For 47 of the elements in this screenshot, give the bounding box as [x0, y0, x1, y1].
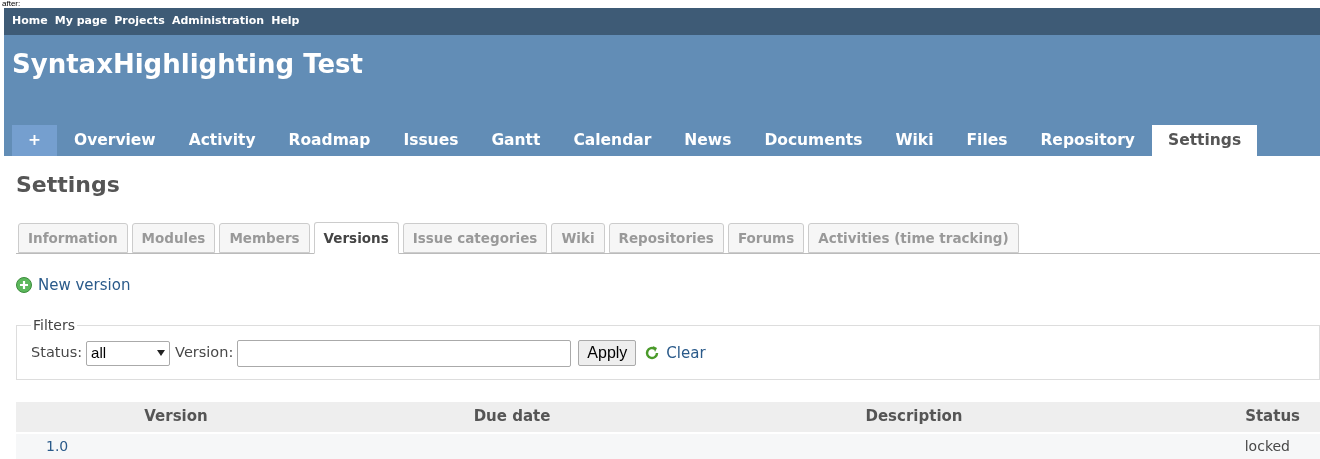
- filters-legend: Filters: [31, 314, 77, 336]
- column-header: Status: [1244, 406, 1301, 428]
- section-subtab[interactable]: Versions: [313, 222, 399, 254]
- main-menu-tab[interactable]: Wiki: [879, 125, 950, 156]
- section-subtab[interactable]: Forums: [727, 223, 805, 253]
- main-menu-tab[interactable]: Gantt: [475, 125, 557, 156]
- column-header: Due date: [472, 406, 552, 428]
- main-menu-tab[interactable]: Settings: [1152, 125, 1258, 156]
- main-menu-tab[interactable]: Documents: [748, 125, 879, 156]
- section-subtab[interactable]: Wiki: [551, 223, 605, 253]
- add-icon: [16, 277, 32, 294]
- top-menu-link[interactable]: Home: [12, 13, 48, 30]
- section-subtab[interactable]: Issue categories: [402, 223, 548, 253]
- new-version-link[interactable]: New version: [38, 274, 131, 297]
- clear-link[interactable]: Clear: [666, 341, 706, 365]
- section-subtab[interactable]: Modules: [131, 223, 216, 253]
- status-cell: locked: [1244, 438, 1290, 454]
- top-menu-link[interactable]: Administration: [171, 13, 265, 30]
- section-subtab[interactable]: Members: [219, 223, 310, 253]
- version-field[interactable]: [237, 339, 572, 367]
- dropdown-caret-icon: [157, 350, 166, 356]
- column-header: Description: [864, 406, 964, 428]
- apply-button[interactable]: Apply: [578, 340, 637, 366]
- main-menu-tab[interactable]: News: [668, 125, 748, 156]
- refresh-icon: [644, 345, 661, 361]
- main-menu-tab[interactable]: Repository: [1024, 125, 1151, 156]
- top-menu-link[interactable]: Projects: [114, 13, 165, 30]
- main-menu-tab[interactable]: Overview: [58, 125, 172, 156]
- status-label: Status:: [31, 343, 83, 363]
- main-menu-tab[interactable]: Activity: [172, 125, 272, 156]
- top-menu-link[interactable]: Help: [271, 13, 300, 30]
- top-menu-link[interactable]: My page: [54, 13, 108, 30]
- version-link[interactable]: 1.0: [16, 436, 336, 457]
- main-menu-tab[interactable]: Issues: [387, 125, 475, 156]
- column-header: Version: [143, 406, 209, 428]
- version-label: Version:: [175, 343, 234, 363]
- main-menu-tab[interactable]: Files: [950, 125, 1024, 156]
- project-title: SyntaxHighlighting Test: [11, 48, 364, 81]
- main-menu-tab[interactable]: Roadmap: [272, 125, 387, 156]
- section-subtab[interactable]: Repositories: [608, 223, 724, 253]
- section-subtab[interactable]: Activities (time tracking): [808, 223, 1019, 253]
- caption-text: after:: [2, 0, 21, 8]
- page-heading: Settings: [16, 171, 121, 199]
- section-subtab[interactable]: Information: [18, 223, 128, 253]
- new-item-tab[interactable]: +: [12, 125, 57, 156]
- main-menu-tab[interactable]: Calendar: [557, 125, 668, 156]
- status-select[interactable]: all: [86, 340, 171, 366]
